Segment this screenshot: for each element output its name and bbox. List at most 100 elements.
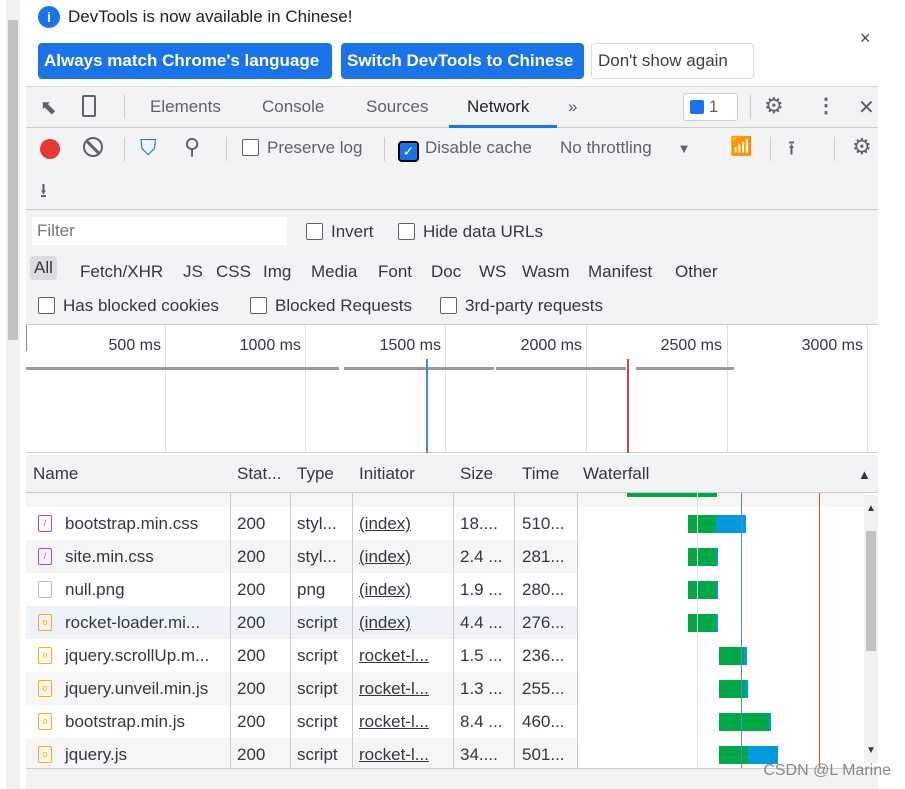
tab-elements[interactable]: Elements [150, 97, 221, 117]
search-icon[interactable]: ⚲ [184, 134, 200, 160]
type-filter-other[interactable]: Other [675, 262, 718, 282]
waterfall-bar-waiting [688, 548, 716, 566]
export-har-icon[interactable]: ⭳ [40, 176, 47, 210]
waterfall-bar-download [716, 548, 718, 566]
type-filter-wasm[interactable]: Wasm [522, 262, 570, 282]
more-tabs-icon[interactable]: » [568, 97, 577, 117]
timeline-overview[interactable]: 500 ms 1000 ms 1500 ms 2000 ms 2500 ms 3… [26, 325, 878, 453]
filter-icon[interactable]: ⛉ [140, 135, 157, 161]
cell-name: jquery.scrollUp.m... [65, 646, 210, 665]
column-header-size[interactable]: Size [460, 464, 493, 484]
cell-initiator-link[interactable]: (index) [359, 514, 411, 534]
cell-initiator-link[interactable]: rocket-l... [359, 745, 429, 765]
table-row[interactable]: null.png 200 png (index) 1.9 ... 280... [26, 573, 864, 606]
cell-initiator-link[interactable]: rocket-l... [359, 712, 429, 732]
scroll-up-icon[interactable]: ▲ [866, 503, 876, 514]
hide-data-urls-checkbox[interactable]: Hide data URLs [398, 222, 543, 242]
cell-initiator-link[interactable]: (index) [359, 547, 411, 567]
cell-name: bootstrap.min.css [65, 514, 199, 533]
throttling-select[interactable]: No throttling ▼ [560, 138, 691, 158]
waterfall-cell [577, 606, 864, 639]
invert-label: Invert [331, 222, 374, 241]
dont-show-again-button[interactable]: Don't show again [591, 43, 754, 79]
device-toolbar-icon[interactable] [82, 95, 96, 117]
table-row[interactable]: o jquery.js 200 script rocket-l... 34...… [26, 738, 864, 771]
scrollbar-thumb[interactable] [866, 531, 876, 651]
preserve-log-checkbox[interactable]: Preserve log [242, 138, 362, 158]
settings-gear-icon[interactable]: ⚙ [764, 93, 784, 119]
table-row[interactable]: / site.min.css 200 styl... (index) 2.4 .… [26, 540, 864, 573]
network-conditions-icon[interactable]: 📶 [730, 136, 752, 157]
partial-row[interactable] [26, 493, 864, 507]
blocked-requests-label: Blocked Requests [275, 296, 413, 315]
cell-initiator-link[interactable]: (index) [359, 580, 411, 600]
third-party-checkbox[interactable]: 3rd-party requests [440, 296, 603, 316]
always-match-language-button[interactable]: Always match Chrome's language [38, 43, 332, 79]
clear-icon[interactable] [83, 137, 103, 157]
tab-sources[interactable]: Sources [366, 97, 428, 117]
more-options-icon[interactable]: ⋮ [816, 93, 836, 118]
column-header-type[interactable]: Type [297, 464, 334, 484]
overview-tick-label: 3000 ms [801, 337, 863, 354]
cell-time: 460... [522, 712, 565, 731]
sort-ascending-icon[interactable]: ▲ [858, 467, 871, 482]
type-filter-all[interactable]: All [30, 256, 57, 280]
type-filter-doc[interactable]: Doc [431, 262, 461, 282]
language-infobar: i DevTools is now available in Chinese! [38, 6, 352, 28]
cell-name: jquery.js [65, 745, 128, 764]
issues-button[interactable]: 1 [683, 93, 738, 121]
type-filter-font[interactable]: Font [378, 262, 412, 282]
css-file-icon: / [38, 548, 52, 565]
table-row[interactable]: / bootstrap.min.css 200 styl... (index) … [26, 507, 864, 540]
cell-size: 1.9 ... [460, 580, 503, 599]
cell-initiator-link[interactable]: rocket-l... [359, 646, 429, 666]
cell-status: 200 [237, 613, 266, 632]
overview-tick-label: 2500 ms [660, 337, 722, 354]
close-infobar-icon[interactable]: × [860, 28, 871, 49]
tab-console[interactable]: Console [262, 97, 324, 117]
overview-tick-label: 1500 ms [379, 337, 441, 354]
hide-data-urls-label: Hide data URLs [423, 222, 544, 241]
column-header-initiator[interactable]: Initiator [359, 464, 415, 484]
tab-network[interactable]: Network [467, 97, 529, 117]
table-scrollbar[interactable]: ▲ ▼ [864, 495, 878, 763]
table-row[interactable]: o rocket-loader.mi... 200 script (index)… [26, 606, 864, 639]
column-header-name[interactable]: Name [33, 464, 78, 484]
record-icon[interactable] [40, 139, 60, 159]
scroll-down-icon[interactable]: ▼ [866, 745, 876, 756]
waterfall-bar-waiting [688, 515, 716, 533]
script-file-icon: o [38, 614, 52, 631]
type-filter-media[interactable]: Media [311, 262, 357, 282]
cell-initiator-link[interactable]: (index) [359, 613, 411, 633]
cell-status: 200 [237, 679, 266, 698]
column-header-status[interactable]: Stat... [237, 464, 281, 484]
filter-input[interactable] [32, 217, 287, 245]
left-scrollbar[interactable] [6, 0, 20, 789]
type-filter-fetch-xhr[interactable]: Fetch/XHR [80, 262, 163, 282]
table-row[interactable]: o jquery.scrollUp.m... 200 script rocket… [26, 639, 864, 672]
disable-cache-checkbox[interactable]: ✓ Disable cache [398, 138, 532, 162]
type-filter-ws[interactable]: WS [479, 262, 506, 282]
invert-checkbox[interactable]: Invert [306, 222, 374, 242]
column-header-time[interactable]: Time [522, 464, 559, 484]
column-header-waterfall[interactable]: Waterfall [583, 464, 649, 484]
blocked-requests-checkbox[interactable]: Blocked Requests [250, 296, 412, 316]
type-filter-js[interactable]: JS [183, 262, 203, 282]
import-har-icon[interactable]: ⭱ [788, 134, 795, 168]
switch-to-chinese-button[interactable]: Switch DevTools to Chinese [341, 43, 584, 79]
cell-initiator-link[interactable]: rocket-l... [359, 679, 429, 699]
disable-cache-label: Disable cache [425, 138, 532, 157]
has-blocked-cookies-checkbox[interactable]: Has blocked cookies [38, 296, 219, 316]
cell-status: 200 [237, 646, 266, 665]
close-devtools-icon[interactable]: ✕ [858, 95, 875, 120]
type-filter-img[interactable]: Img [263, 262, 291, 282]
waterfall-bar-download [769, 713, 771, 731]
inspect-element-icon[interactable]: ⬉ [40, 95, 57, 120]
table-row[interactable]: o jquery.unveil.min.js 200 script rocket… [26, 672, 864, 705]
type-filter-css[interactable]: CSS [216, 262, 251, 282]
type-filter-manifest[interactable]: Manifest [588, 262, 652, 282]
network-settings-gear-icon[interactable]: ⚙ [852, 134, 872, 160]
cell-type: styl... [297, 514, 337, 533]
cell-type: script [297, 712, 338, 731]
table-row[interactable]: o bootstrap.min.js 200 script rocket-l..… [26, 705, 864, 738]
